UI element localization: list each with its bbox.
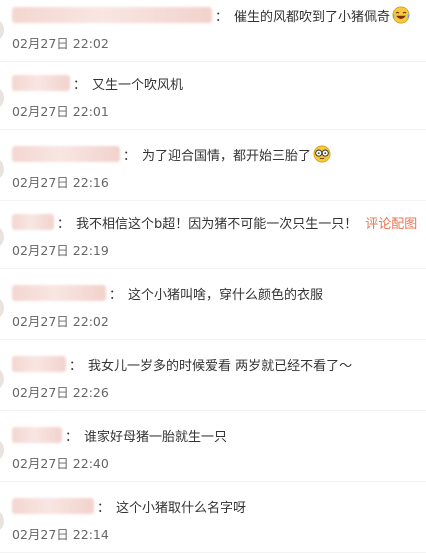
separator: ： <box>57 216 71 232</box>
comment-timestamp: 02月27日 22:02 <box>12 314 109 329</box>
comment-timestamp: 02月27日 22:26 <box>12 385 109 400</box>
comment-text: 为了迎合国情，都开始三胎了 <box>142 148 312 164</box>
comment-text: 谁家好母猪一胎就生一只 <box>84 429 228 445</box>
comment-item-3: ： 为了迎合国情，都开始三胎了 02月27日 22:16 <box>0 139 426 201</box>
avatar[interactable] <box>0 86 4 110</box>
avatar[interactable] <box>0 296 4 320</box>
comment-text: 这个小猪叫啥，穿什么颜色的衣服 <box>128 287 324 303</box>
comment-timestamp: 02月27日 22:16 <box>12 175 109 190</box>
comment-line: ： 我不相信这个b超！因为猪不可能一次只生一只！ 评论配图 <box>12 211 417 233</box>
username-blurred[interactable] <box>12 75 70 91</box>
avatar[interactable] <box>0 367 4 391</box>
divider <box>0 129 426 130</box>
divider <box>0 61 426 62</box>
comment-line: ： 为了迎合国情，都开始三胎了 <box>12 143 331 165</box>
divider <box>0 410 426 411</box>
comment-timestamp: 02月27日 22:14 <box>12 527 109 542</box>
comment-line: ： 我女儿一岁多的时候爱看 两岁就已经不看了～ <box>12 353 352 375</box>
comment-text: 催生的风都吹到了小猪佩奇 <box>234 9 391 25</box>
divider <box>0 268 426 269</box>
comment-line: ： 又生一个吹风机 <box>12 72 183 94</box>
comment-line: ： 这个小猪叫啥，穿什么颜色的衣服 <box>12 282 323 304</box>
comment-timestamp: 02月27日 22:40 <box>12 456 109 471</box>
separator: ： <box>215 9 229 25</box>
comment-line: ： 谁家好母猪一胎就生一只 <box>12 424 227 446</box>
separator: ： <box>69 358 83 374</box>
comment-line: ： 这个小猪取什么名字呀 <box>12 495 246 517</box>
username-blurred[interactable] <box>12 356 66 372</box>
username-blurred[interactable] <box>12 214 54 230</box>
username-blurred[interactable] <box>12 498 94 514</box>
comment-item-7: ： 谁家好母猪一胎就生一只 02月27日 22:40 <box>0 420 426 482</box>
username-blurred[interactable] <box>12 285 106 301</box>
laughing-emoji-icon <box>392 6 410 24</box>
comment-item-5: ： 这个小猪叫啥，穿什么颜色的衣服 02月27日 22:02 <box>0 278 426 340</box>
divider <box>0 200 426 201</box>
comment-timestamp: 02月27日 22:01 <box>12 104 109 119</box>
separator: ： <box>109 287 123 303</box>
comment-timestamp: 02月27日 22:02 <box>12 36 109 51</box>
comment-item-4: ： 我不相信这个b超！因为猪不可能一次只生一只！ 评论配图 02月27日 22:… <box>0 207 426 269</box>
comment-image-link[interactable]: 评论配图 <box>365 213 417 232</box>
divider <box>0 481 426 482</box>
divider <box>0 339 426 340</box>
separator: ： <box>97 500 111 516</box>
comment-item-1: ： 催生的风都吹到了小猪佩奇 02月27日 22:02 <box>0 0 426 62</box>
avatar[interactable] <box>0 509 4 533</box>
separator: ： <box>73 77 87 93</box>
avatar[interactable] <box>0 438 4 462</box>
comment-text: 这个小猪取什么名字呀 <box>116 500 247 516</box>
comment-text: 我不相信这个b超！因为猪不可能一次只生一只！ <box>76 216 358 232</box>
separator: ： <box>65 429 79 445</box>
comment-timestamp: 02月27日 22:19 <box>12 243 109 258</box>
avatar[interactable] <box>0 225 4 249</box>
username-blurred[interactable] <box>12 7 212 23</box>
comment-item-6: ： 我女儿一岁多的时候爱看 两岁就已经不看了～ 02月27日 22:26 <box>0 349 426 411</box>
comment-text: 又生一个吹风机 <box>92 77 184 93</box>
username-blurred[interactable] <box>12 146 120 162</box>
comment-line: ： 催生的风都吹到了小猪佩奇 <box>12 4 410 26</box>
avatar[interactable] <box>0 157 4 181</box>
username-blurred[interactable] <box>12 427 62 443</box>
glasses-emoji-icon <box>313 145 331 163</box>
comment-item-2: ： 又生一个吹风机 02月27日 22:01 <box>0 68 426 130</box>
comment-item-8: ： 这个小猪取什么名字呀 02月27日 22:14 <box>0 491 426 553</box>
avatar[interactable] <box>0 18 4 42</box>
separator: ： <box>123 148 137 164</box>
comment-text: 我女儿一岁多的时候爱看 两岁就已经不看了～ <box>88 358 353 374</box>
